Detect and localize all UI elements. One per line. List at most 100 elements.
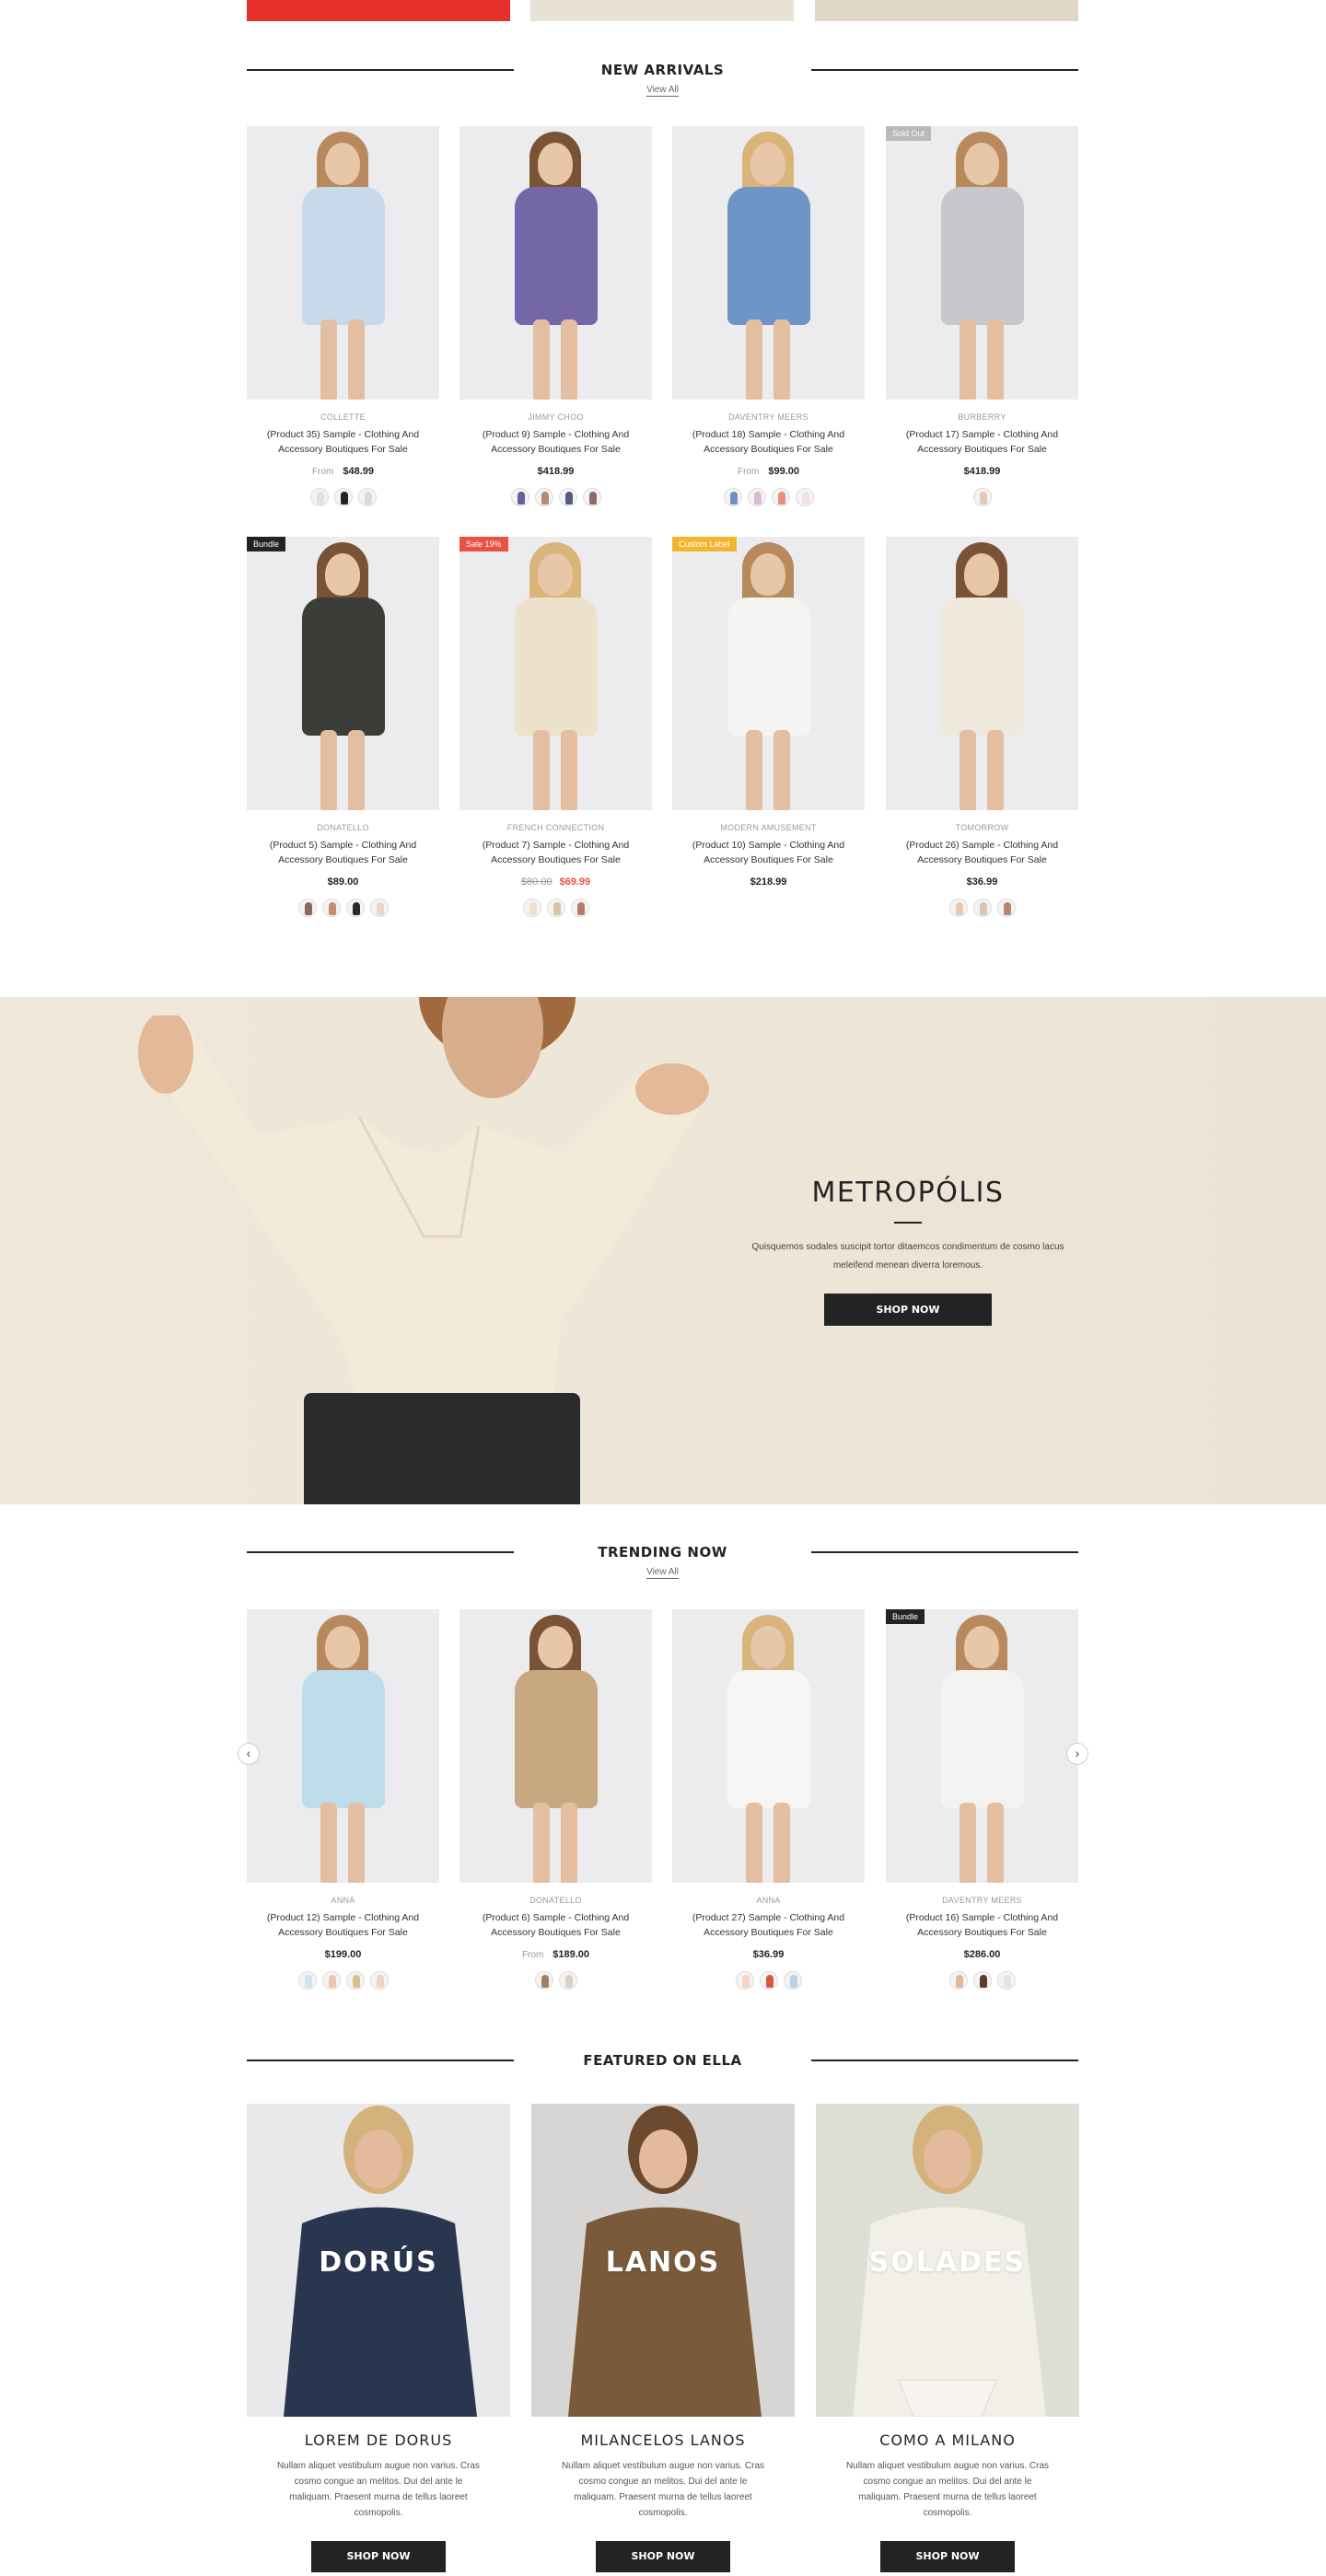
color-swatch[interactable]: [345, 1971, 365, 1990]
product-card[interactable]: ANNA (Product 12) Sample - Clothing And A…: [247, 1609, 439, 1991]
color-swatch[interactable]: [795, 488, 814, 506]
banner-shop-now-button[interactable]: SHOP NOW: [824, 1294, 992, 1326]
product-name[interactable]: (Product 18) Sample - Clothing And Acces…: [672, 427, 865, 457]
product-vendor[interactable]: ANNA: [672, 1896, 865, 1905]
color-swatch[interactable]: [783, 1971, 802, 1990]
product-image[interactable]: [886, 537, 1078, 810]
color-swatch[interactable]: [735, 1971, 754, 1990]
color-swatch[interactable]: [522, 899, 541, 917]
product-name[interactable]: (Product 5) Sample - Clothing And Access…: [247, 838, 439, 867]
product-name[interactable]: (Product 35) Sample - Clothing And Acces…: [247, 427, 439, 457]
product-name[interactable]: (Product 10) Sample - Clothing And Acces…: [672, 838, 865, 867]
featured-image[interactable]: SOLADES: [816, 2104, 1079, 2417]
product-vendor[interactable]: ANNA: [247, 1896, 439, 1905]
product-card[interactable]: ANNA (Product 27) Sample - Clothing And A…: [672, 1609, 865, 1991]
model-legs: [531, 319, 579, 400]
product-name[interactable]: (Product 6) Sample - Clothing And Access…: [459, 1910, 652, 1940]
product-card[interactable]: TOMORROW (Product 26) Sample - Clothing A…: [886, 537, 1078, 919]
product-image[interactable]: Custom Label: [672, 537, 865, 810]
color-swatch[interactable]: [321, 1971, 341, 1990]
color-swatch[interactable]: [297, 899, 317, 917]
product-card[interactable]: Sale 19% FRENCH CONNECTION (Product 7) Sam…: [459, 537, 652, 919]
featured-shop-now-button[interactable]: SHOP NOW: [880, 2541, 1015, 2572]
color-swatch[interactable]: [759, 1971, 778, 1990]
view-all-link[interactable]: View All: [247, 85, 1078, 97]
product-image[interactable]: [247, 126, 439, 400]
color-swatch[interactable]: [369, 1971, 389, 1990]
product-image[interactable]: [459, 126, 652, 400]
color-swatch[interactable]: [369, 899, 389, 917]
prev-card-3[interactable]: [815, 0, 1078, 21]
product-name[interactable]: (Product 7) Sample - Clothing And Access…: [459, 838, 652, 867]
color-swatch[interactable]: [996, 1971, 1016, 1990]
color-swatch[interactable]: [570, 899, 589, 917]
product-vendor[interactable]: COLLETTE: [247, 412, 439, 422]
product-name[interactable]: (Product 26) Sample - Clothing And Acces…: [886, 838, 1078, 867]
product-vendor[interactable]: DAVENTRY MEERS: [886, 1896, 1078, 1905]
color-swatch[interactable]: [747, 488, 766, 506]
color-swatch[interactable]: [534, 1971, 553, 1990]
product-image[interactable]: Sold Out: [886, 126, 1078, 400]
product-image[interactable]: [672, 126, 865, 400]
featured-title[interactable]: MILANCELOS LANOS: [531, 2431, 795, 2449]
product-image[interactable]: Bundle: [247, 537, 439, 810]
color-swatch[interactable]: [309, 488, 329, 506]
color-swatch[interactable]: [345, 899, 365, 917]
featured-image[interactable]: DORÚS: [247, 2104, 510, 2417]
featured-image[interactable]: LANOS: [531, 2104, 795, 2417]
product-vendor[interactable]: TOMORROW: [886, 823, 1078, 832]
product-vendor[interactable]: DAVENTRY MEERS: [672, 412, 865, 422]
color-swatch[interactable]: [297, 1971, 317, 1990]
product-vendor[interactable]: FRENCH CONNECTION: [459, 823, 652, 832]
color-swatch[interactable]: [972, 488, 992, 506]
featured-title[interactable]: COMO A MILANO: [816, 2431, 1079, 2449]
product-card[interactable]: Custom Label MODERN AMUSEMENT (Product 10)…: [672, 537, 865, 919]
product-name[interactable]: (Product 17) Sample - Clothing And Acces…: [886, 427, 1078, 457]
color-swatch[interactable]: [996, 899, 1016, 917]
prev-card-1[interactable]: [247, 0, 510, 21]
color-swatch[interactable]: [972, 1971, 992, 1990]
carousel-next-arrow-icon[interactable]: ›: [1066, 1743, 1088, 1765]
view-all-link[interactable]: View All: [247, 1567, 1078, 1579]
carousel-prev-arrow-icon[interactable]: ‹: [238, 1743, 260, 1765]
color-swatch[interactable]: [558, 1971, 577, 1990]
product-card[interactable]: Sold Out BURBERRY (Product 17) Sample - Cl…: [886, 126, 1078, 508]
color-swatch[interactable]: [546, 899, 565, 917]
featured-title[interactable]: LOREM DE DORUS: [247, 2431, 510, 2449]
product-image[interactable]: [459, 1609, 652, 1883]
product-name[interactable]: (Product 9) Sample - Clothing And Access…: [459, 427, 652, 457]
product-image[interactable]: [247, 1609, 439, 1883]
prev-card-2[interactable]: [530, 0, 794, 21]
product-name[interactable]: (Product 27) Sample - Clothing And Acces…: [672, 1910, 865, 1940]
product-name[interactable]: (Product 12) Sample - Clothing And Acces…: [247, 1910, 439, 1940]
color-swatch[interactable]: [723, 488, 742, 506]
product-card[interactable]: Bundle DONATELLO (Product 5) Sample - Clot…: [247, 537, 439, 919]
color-swatch[interactable]: [771, 488, 790, 506]
product-card[interactable]: Bundle DAVENTRY MEERS (Product 16) Sample …: [886, 1609, 1078, 1991]
featured-shop-now-button[interactable]: SHOP NOW: [311, 2541, 446, 2572]
product-card[interactable]: JIMMY CHOO (Product 9) Sample - Clothing …: [459, 126, 652, 508]
color-swatch[interactable]: [357, 488, 377, 506]
product-vendor[interactable]: JIMMY CHOO: [459, 412, 652, 422]
color-swatch[interactable]: [510, 488, 529, 506]
product-vendor[interactable]: DONATELLO: [459, 1896, 652, 1905]
color-swatch[interactable]: [333, 488, 353, 506]
product-vendor[interactable]: MODERN AMUSEMENT: [672, 823, 865, 832]
product-vendor[interactable]: BURBERRY: [886, 412, 1078, 422]
product-name[interactable]: (Product 16) Sample - Clothing And Acces…: [886, 1910, 1078, 1940]
color-swatch[interactable]: [558, 488, 577, 506]
product-image[interactable]: Bundle: [886, 1609, 1078, 1883]
color-swatch[interactable]: [534, 488, 553, 506]
product-card[interactable]: COLLETTE (Product 35) Sample - Clothing A…: [247, 126, 439, 508]
product-vendor[interactable]: DONATELLO: [247, 823, 439, 832]
product-card[interactable]: DONATELLO (Product 6) Sample - Clothing A…: [459, 1609, 652, 1991]
color-swatch[interactable]: [948, 899, 968, 917]
featured-shop-now-button[interactable]: SHOP NOW: [596, 2541, 730, 2572]
product-image[interactable]: Sale 19%: [459, 537, 652, 810]
color-swatch[interactable]: [972, 899, 992, 917]
product-image[interactable]: [672, 1609, 865, 1883]
color-swatch[interactable]: [582, 488, 601, 506]
color-swatch[interactable]: [321, 899, 341, 917]
product-card[interactable]: DAVENTRY MEERS (Product 18) Sample - Clot…: [672, 126, 865, 508]
color-swatch[interactable]: [948, 1971, 968, 1990]
